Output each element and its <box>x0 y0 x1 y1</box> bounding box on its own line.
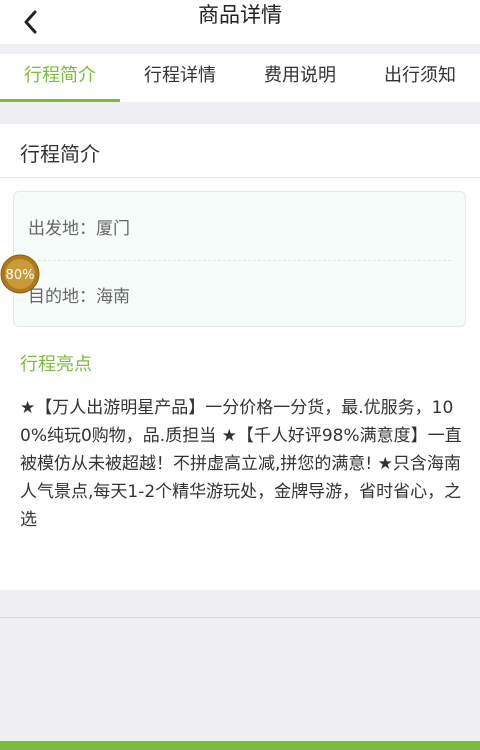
badge-label: 80% <box>6 268 35 283</box>
section-divider <box>0 177 480 178</box>
route-divider <box>28 260 451 261</box>
section-title: 行程简介 <box>20 142 100 166</box>
tab-overview[interactable]: 行程简介 <box>0 54 120 102</box>
progress-badge[interactable]: 80% <box>0 254 40 294</box>
destination-text: 目的地：海南 <box>28 287 130 307</box>
overview-panel: 行程简介 出发地：厦门 目的地：海南 行程亮点 ★【万人出游明星产品】一分价格一… <box>0 124 480 590</box>
badge-circle-icon: 80% <box>0 254 40 294</box>
page-title: 商品详情 <box>198 3 282 27</box>
tab-bar: 行程简介 行程详情 费用说明 出行须知 <box>0 54 480 102</box>
highlights-title: 行程亮点 <box>20 354 92 375</box>
top-bar: 商品详情 <box>0 0 480 44</box>
tab-cost-explanation[interactable]: 费用说明 <box>240 54 360 102</box>
content-bottom-line <box>0 617 480 618</box>
tab-itinerary-details[interactable]: 行程详情 <box>120 54 240 102</box>
highlights-text: ★【万人出游明星产品】一分价格一分货，最.优服务，100%纯玩0购物，品.质担当… <box>20 398 462 530</box>
bottom-accent-bar <box>0 741 480 750</box>
tab-travel-notes[interactable]: 出行须知 <box>360 54 480 102</box>
route-box: 出发地：厦门 目的地：海南 <box>13 191 466 327</box>
departure-text: 出发地：厦门 <box>28 219 130 239</box>
